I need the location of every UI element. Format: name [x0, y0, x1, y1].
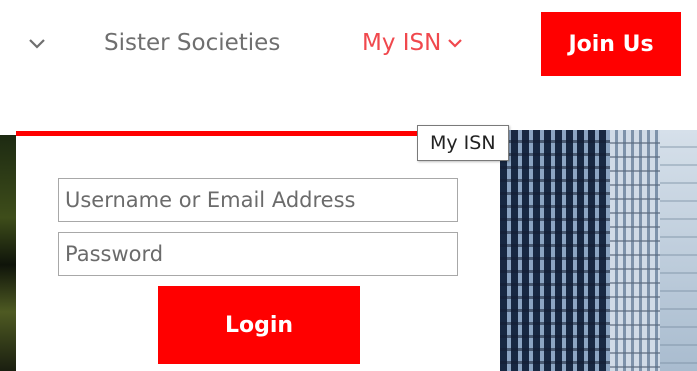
nav-link-my-isn[interactable]: My ISN: [362, 27, 463, 59]
username-input[interactable]: [58, 178, 458, 222]
city-background-image: [470, 130, 697, 371]
top-navigation: Sister Societies My ISN Join Us: [0, 0, 697, 90]
password-input[interactable]: [58, 232, 458, 276]
nav-link-sister-societies[interactable]: Sister Societies: [104, 27, 280, 59]
background-image-left: [0, 135, 16, 371]
tooltip: My ISN: [417, 125, 509, 161]
join-us-button[interactable]: Join Us: [541, 12, 681, 76]
login-button[interactable]: Login: [158, 286, 360, 364]
chevron-down-icon[interactable]: [27, 30, 47, 54]
nav-link-my-isn-label: My ISN: [362, 30, 442, 56]
chevron-down-icon: [447, 26, 463, 58]
login-panel: Login: [16, 131, 500, 371]
